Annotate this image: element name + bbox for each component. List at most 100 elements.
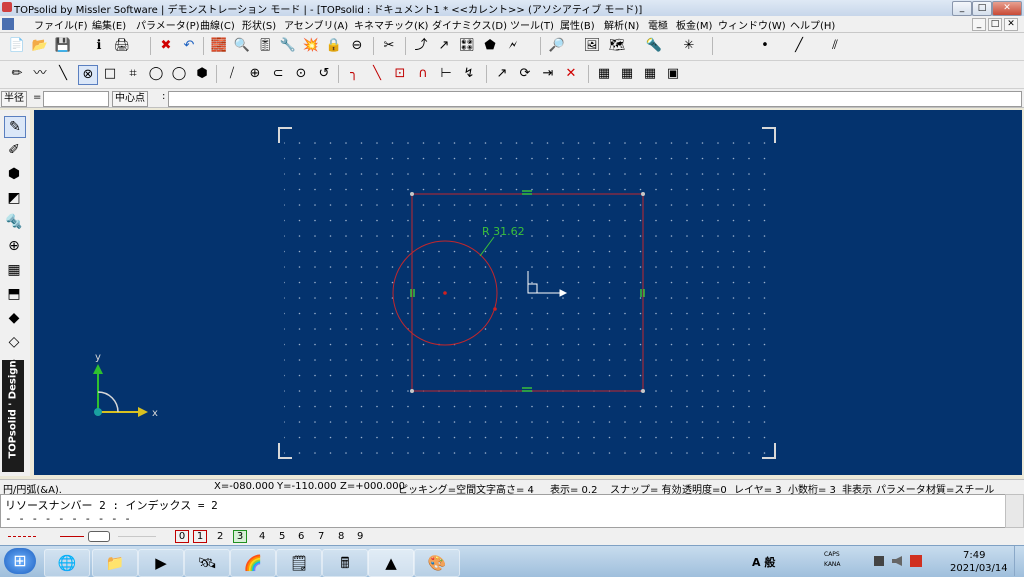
layer-4[interactable]: 4 [259, 531, 265, 542]
print-icon[interactable]: 🖨 [113, 37, 131, 55]
layer-7[interactable]: 7 [318, 531, 324, 542]
rectangle-icon[interactable]: □ [101, 65, 119, 83]
delete-icon[interactable]: ✖ [157, 37, 175, 55]
satellite-app-icon[interactable]: 🛰 [184, 549, 230, 577]
mdi-restore-button[interactable]: □ [988, 18, 1002, 31]
new-document-icon[interactable]: 📄 [8, 37, 26, 55]
lock-icon[interactable]: 🔒 [325, 37, 343, 55]
maximize-button[interactable]: □ [972, 1, 992, 16]
open-folder-icon[interactable]: 📂 [31, 37, 49, 55]
calculator-icon[interactable]: 🖩 [322, 549, 368, 577]
part-icon[interactable]: 🧱 [210, 37, 228, 55]
wrench-icon[interactable]: 🔧 [279, 37, 297, 55]
shape-icon[interactable]: ⬟ [481, 37, 499, 55]
message-area[interactable]: リソースナンバー 2 : インデックス = 2 - - - - - - - - … [0, 494, 1006, 528]
sketch-mode-icon[interactable]: ✎ [4, 116, 26, 138]
fillet-icon[interactable]: ╮ [345, 65, 363, 83]
ime-indicator[interactable]: A 般 [752, 554, 775, 570]
line-icon[interactable]: ╲ [54, 65, 72, 83]
menu-edit[interactable]: 編集(E) [92, 17, 126, 32]
curve-mode-icon[interactable]: ✐ [4, 140, 24, 160]
layer-9[interactable]: 9 [357, 531, 363, 542]
menu-attribute[interactable]: 属性(B) [560, 17, 595, 32]
view-side-icon[interactable]: ▦ [618, 65, 636, 83]
delete-curve-icon[interactable]: ✕ [562, 65, 580, 83]
chrome-icon[interactable]: 🌈 [230, 549, 276, 577]
menu-shape[interactable]: 形状(S) [242, 17, 276, 32]
fastener-icon[interactable]: 🔩 [4, 212, 24, 232]
surface-mode-icon[interactable]: ◩ [4, 188, 24, 208]
layer-3[interactable]: 3 [233, 530, 247, 543]
menu-parameter[interactable]: パラメータ(P) [136, 17, 200, 32]
mdi-minimize-button[interactable]: _ [972, 18, 986, 31]
thin-line-style[interactable] [118, 536, 156, 537]
layer-8[interactable]: 8 [338, 531, 344, 542]
menu-assembly[interactable]: アセンブリ(A) [284, 17, 348, 32]
view-front-icon[interactable]: ▦ [595, 65, 613, 83]
center-point-icon[interactable]: ⊕ [246, 65, 264, 83]
lightning-icon[interactable]: 🗲 [504, 37, 522, 55]
layer-1[interactable]: 1 [193, 530, 207, 543]
arc-icon[interactable]: ∩ [414, 65, 432, 83]
assembly-icon[interactable]: ▦ [4, 260, 24, 280]
menu-analysis[interactable]: 解析(N) [604, 17, 639, 32]
drawing-canvas[interactable]: R 31.62 y x [34, 110, 1022, 475]
mold-icon[interactable]: ◆ [4, 308, 24, 328]
line-width-style[interactable] [88, 531, 110, 542]
layer-2[interactable]: 2 [217, 531, 223, 542]
map-view-icon[interactable]: 🗺 [608, 37, 626, 55]
solid-mode-icon[interactable]: ⬢ [4, 164, 24, 184]
polygon-icon[interactable]: ⬢ [193, 65, 211, 83]
center-point-input[interactable] [168, 91, 1022, 107]
inspect-icon[interactable]: 🔍 [233, 37, 251, 55]
layer-0[interactable]: 0 [175, 530, 189, 543]
scissors-icon[interactable]: ✂ [380, 37, 398, 55]
info-icon[interactable]: ℹ [90, 37, 108, 55]
menu-sheetmetal[interactable]: 板金(M) [676, 17, 712, 32]
line-style-icon[interactable]: ╱ [790, 37, 808, 55]
explode-icon[interactable]: 💥 [302, 37, 320, 55]
volume-icon[interactable] [892, 556, 902, 566]
layer-6[interactable]: 6 [298, 531, 304, 542]
minimize-button[interactable]: _ [952, 1, 972, 16]
layer-5[interactable]: 5 [279, 531, 285, 542]
slot-icon[interactable]: ⊂ [269, 65, 287, 83]
menu-help[interactable]: ヘルプ(H) [790, 17, 835, 32]
alert-icon[interactable] [910, 555, 922, 567]
ie-browser-icon[interactable]: 🌐 [44, 549, 90, 577]
save-icon[interactable]: 💾 [54, 37, 72, 55]
menu-file[interactable]: ファイル(F) [34, 17, 88, 32]
menu-curve[interactable]: 曲線(C) [200, 17, 235, 32]
menu-kinematic[interactable]: キネマチック(K) [354, 17, 428, 32]
app-icon[interactable] [2, 2, 12, 12]
circle-tool-icon[interactable]: ⊗ [78, 65, 98, 85]
document-icon[interactable] [2, 18, 14, 30]
control-icon[interactable]: 🎛 [458, 37, 476, 55]
notepad-icon[interactable]: 🗒 [276, 549, 322, 577]
light-icon[interactable]: 🔦 [645, 37, 663, 55]
view-image-icon[interactable]: 🖼 [583, 37, 601, 55]
grid-icon[interactable]: ⌗ [124, 65, 142, 83]
ellipse-icon[interactable]: ◯ [147, 65, 165, 83]
trim-box-icon[interactable]: ⊡ [391, 65, 409, 83]
show-desktop-button[interactable] [1014, 546, 1024, 576]
network-icon[interactable] [874, 556, 884, 566]
project-icon[interactable]: ⇥ [539, 65, 557, 83]
explorer-folder-icon[interactable]: 📁 [92, 549, 138, 577]
cycle-icon[interactable]: ⟳ [516, 65, 534, 83]
dashed-line-style[interactable] [8, 536, 36, 538]
undo-icon[interactable]: ↶ [180, 37, 198, 55]
menu-window[interactable]: ウィンドウ(W) [718, 17, 786, 32]
electrode-icon[interactable]: ◇ [4, 332, 24, 352]
move-icon[interactable]: ↗ [493, 65, 511, 83]
menu-tools[interactable]: ツール(T) [510, 17, 554, 32]
arrow-icon[interactable]: ↗ [435, 37, 453, 55]
settings-sliders-icon[interactable]: 🎚 [256, 37, 274, 55]
rotate-icon[interactable]: ↺ [315, 65, 333, 83]
message-scrollbar[interactable] [1005, 494, 1024, 528]
radius-dimension[interactable]: R 31.62 [482, 225, 525, 238]
mdi-close-button[interactable]: ✕ [1004, 18, 1018, 31]
start-button[interactable]: ⊞ [4, 548, 36, 574]
target-icon[interactable]: ⊕ [4, 236, 24, 256]
graphics-viewport[interactable]: R 31.62 y x [34, 110, 1022, 475]
